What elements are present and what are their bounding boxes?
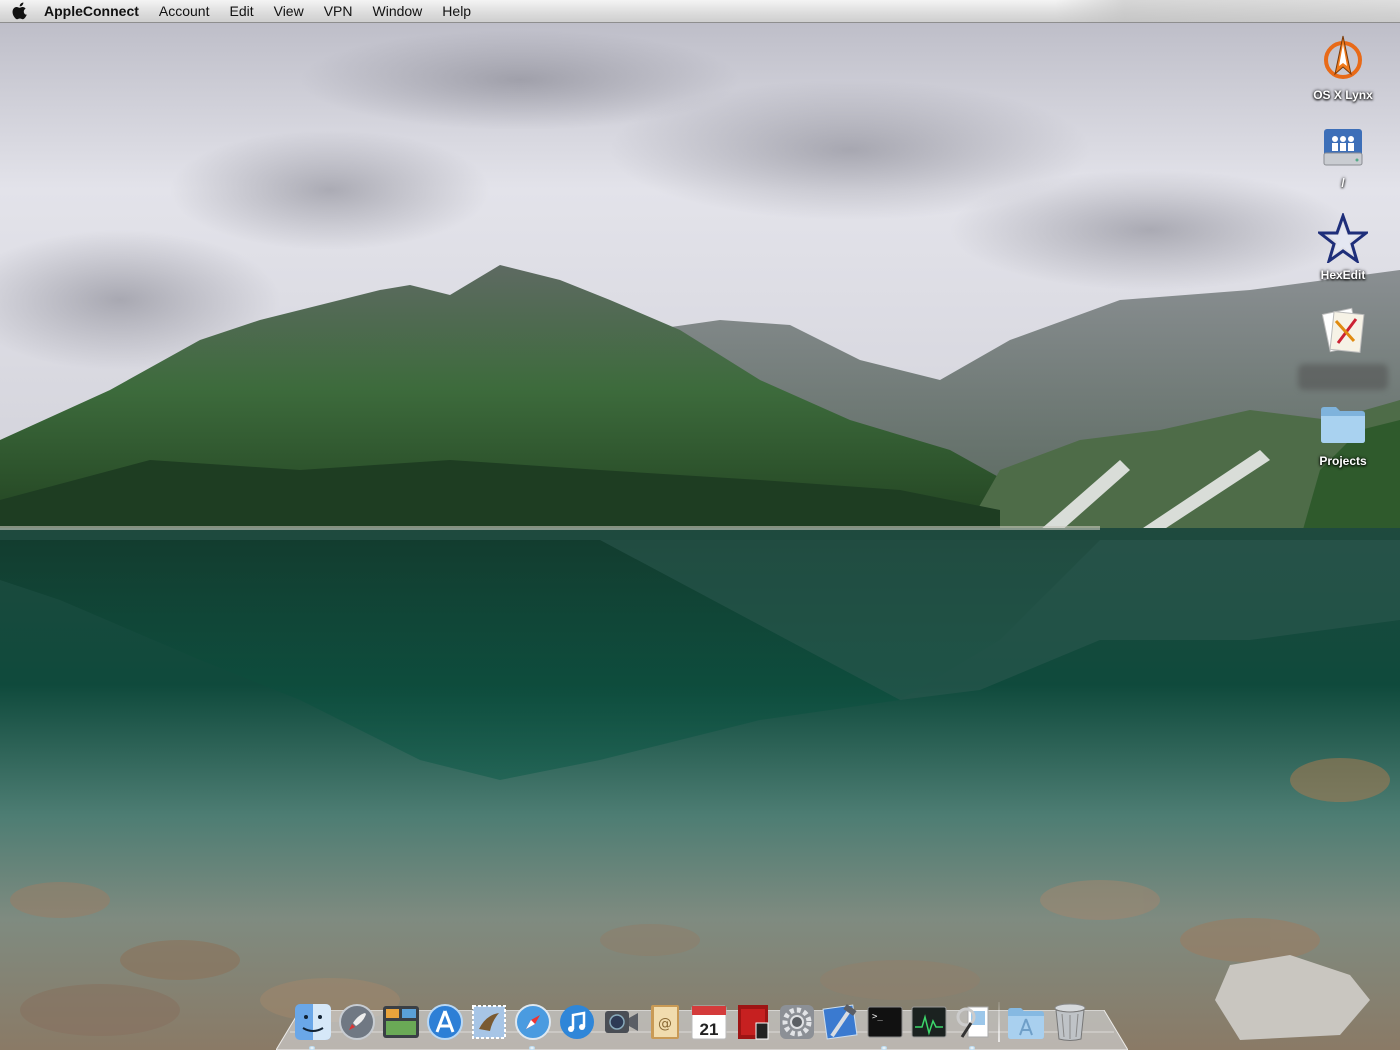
desktop-icon-label: / [1341, 176, 1345, 190]
dock-finder[interactable] [292, 1001, 333, 1050]
desktop-icon-hexedit[interactable]: HexEdit [1298, 210, 1388, 282]
dock-preview[interactable] [952, 1001, 993, 1050]
desktop-icon-projects[interactable]: Projects [1298, 396, 1388, 468]
facetime-camera-icon [604, 1010, 638, 1033]
trash-icon [1054, 1003, 1085, 1041]
dock-xcode[interactable] [820, 1001, 861, 1042]
desktop-icon-label: HexEdit [1320, 268, 1366, 282]
lynx-compass-icon [1315, 30, 1371, 86]
menu-help[interactable]: Help [432, 0, 481, 22]
menu-app-name[interactable]: AppleConnect [40, 0, 149, 22]
running-indicator [969, 1046, 975, 1050]
dock-separator [996, 1002, 1002, 1042]
dock-facetime[interactable] [600, 1001, 641, 1042]
xcode-hammer-icon [821, 1003, 858, 1040]
folder-icon [1315, 396, 1371, 452]
desktop-icon-root-volume[interactable]: / [1298, 118, 1388, 190]
hexedit-star-icon [1315, 210, 1371, 266]
finder-icon [294, 1003, 331, 1040]
dock-launchpad[interactable] [336, 1001, 377, 1042]
menu-account[interactable]: Account [149, 0, 220, 22]
apple-logo-icon[interactable] [0, 0, 40, 22]
dock-applications-stack[interactable] [1005, 1001, 1046, 1042]
dock-mail[interactable] [468, 1001, 509, 1042]
desktop-icon-document[interactable] [1298, 302, 1388, 390]
running-indicator [881, 1046, 887, 1050]
menu-vpn[interactable]: VPN [314, 0, 363, 22]
activity-monitor-icon [911, 1006, 946, 1037]
hard-drive-icon [1315, 118, 1371, 174]
dock-photo-booth[interactable] [732, 1001, 773, 1042]
mail-stamp-icon [471, 1004, 506, 1039]
preview-icon [956, 1006, 988, 1038]
applications-folder-icon [1007, 1007, 1044, 1039]
desktop-icon-label: OS X Lynx [1313, 88, 1373, 102]
photo-booth-icon [737, 1004, 768, 1039]
address-book-icon: @ [650, 1004, 679, 1039]
terminal-icon: >_ [867, 1006, 902, 1037]
menu-bar: AppleConnect Account Edit View VPN Windo… [0, 0, 1400, 23]
mission-control-icon [382, 1005, 419, 1038]
dock-terminal[interactable]: >_ [864, 1001, 905, 1050]
dock-calendar[interactable]: 21 [688, 1001, 729, 1042]
menu-extras-area [1055, 0, 1400, 22]
launchpad-rocket-icon [338, 1003, 375, 1040]
dock-system-preferences[interactable] [776, 1001, 817, 1042]
calendar-icon: 21 [691, 1005, 726, 1039]
desktop-icon-os-x-lynx[interactable]: OS X Lynx [1298, 30, 1388, 102]
menu-edit[interactable]: Edit [219, 0, 263, 22]
itunes-note-icon [559, 1004, 594, 1039]
safari-compass-icon [514, 1003, 551, 1040]
system-preferences-gear-icon [779, 1004, 814, 1039]
dock-itunes[interactable] [556, 1001, 597, 1042]
dock: @ 21 >_ [292, 992, 1090, 1050]
desktop-icon-label: Projects [1319, 454, 1367, 468]
desktop-wallpaper [0, 0, 1400, 1050]
dock-safari[interactable] [512, 1001, 553, 1050]
calendar-day: 21 [699, 1020, 718, 1039]
running-indicator [309, 1046, 315, 1050]
svg-text:@: @ [658, 1016, 672, 1032]
blurred-label [1298, 364, 1388, 390]
svg-text:>_: >_ [872, 1012, 883, 1022]
dock-activity-monitor[interactable] [908, 1001, 949, 1042]
dock-app-store[interactable] [424, 1001, 465, 1042]
dock-contacts[interactable]: @ [644, 1001, 685, 1042]
dock-trash[interactable] [1049, 1001, 1090, 1042]
dock-mission-control[interactable] [380, 1001, 421, 1042]
running-indicator [529, 1046, 535, 1050]
app-store-icon [426, 1003, 463, 1040]
document-app-icon [1315, 302, 1371, 358]
menu-window[interactable]: Window [363, 0, 433, 22]
menu-view[interactable]: View [264, 0, 314, 22]
